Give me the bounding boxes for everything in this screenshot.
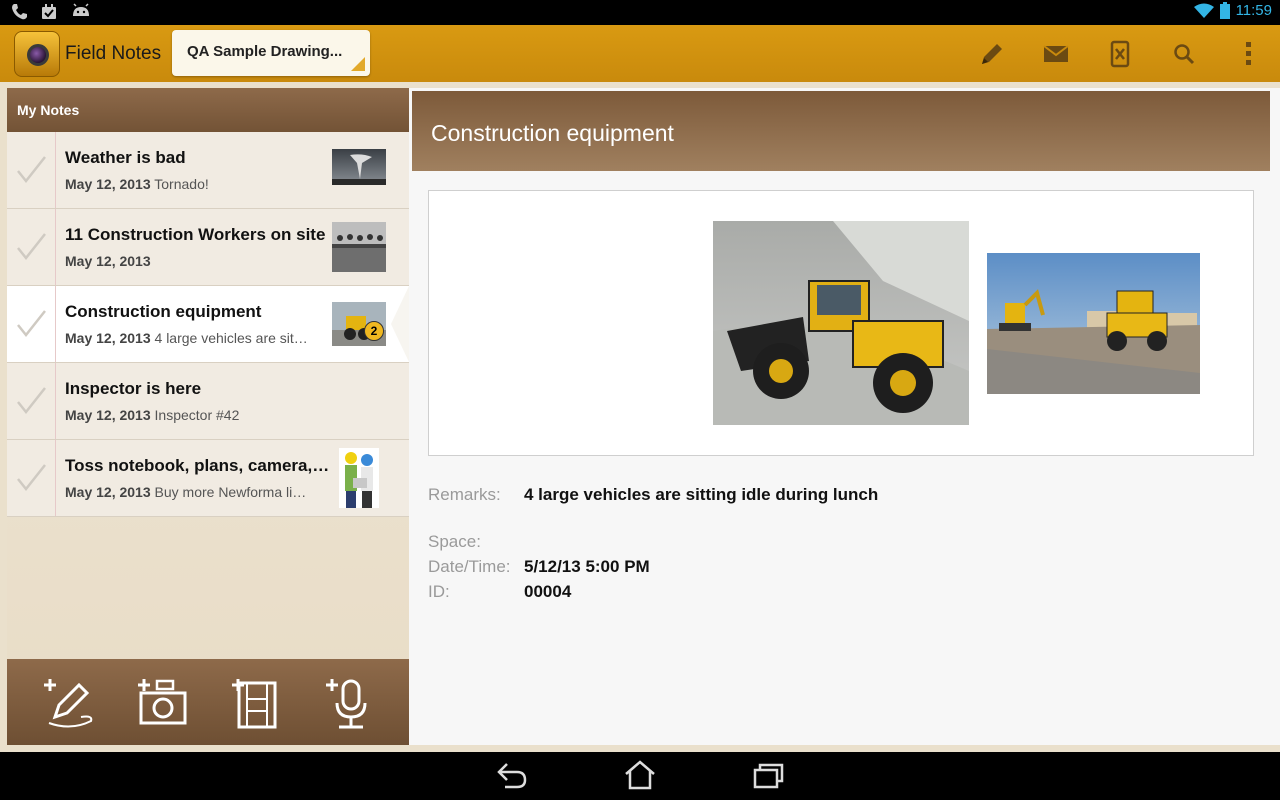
check-icon[interactable] — [7, 363, 56, 439]
spinner-dropdown-icon — [351, 57, 365, 71]
note-snippet: Inspector #42 — [154, 407, 240, 423]
phone-icon — [12, 4, 27, 20]
check-icon[interactable] — [7, 440, 56, 516]
app-title: Field Notes — [65, 43, 162, 64]
back-icon[interactable] — [495, 760, 529, 790]
note-date: May 12, 2013 — [65, 407, 151, 423]
id-label: ID: — [428, 582, 450, 601]
note-item[interactable]: 11 Construction Workers on site May 12, … — [7, 209, 409, 286]
note-subtitle: May 12, 2013 Inspector #42 — [65, 407, 239, 423]
add-text-note-icon[interactable] — [41, 675, 97, 731]
photo-count-badge: 2 — [364, 321, 384, 341]
email-icon[interactable] — [1041, 39, 1071, 69]
wifi-icon — [1193, 3, 1214, 18]
notes-panel-header: My Notes — [7, 88, 409, 132]
overflow-menu-icon[interactable] — [1233, 39, 1263, 69]
recent-apps-icon[interactable] — [751, 760, 785, 790]
system-nav-bar — [0, 752, 1280, 800]
workers-photo — [332, 222, 386, 272]
calendar-check-icon — [42, 4, 56, 19]
action-bar: Field Notes QA Sample Drawing... — [0, 25, 1280, 82]
id-value: 00004 — [524, 582, 572, 601]
wheel-loader-photo[interactable] — [713, 221, 969, 425]
remarks-label: Remarks: — [428, 485, 501, 504]
battery-icon — [1219, 2, 1230, 19]
note-snippet: 4 large vehicles are sit… — [154, 330, 308, 346]
home-icon[interactable] — [623, 760, 657, 790]
datetime-value: 5/12/13 5:00 PM — [524, 557, 650, 576]
note-item[interactable]: Weather is bad May 12, 2013 Tornado! — [7, 132, 409, 209]
check-icon[interactable] — [7, 286, 56, 362]
note-detail: Construction equipment Remarks: 4 large … — [409, 88, 1280, 745]
detail-title: Construction equipment — [431, 120, 674, 146]
engineers-photo — [339, 448, 379, 508]
note-snippet: Tornado! — [154, 176, 209, 192]
datetime-label: Date/Time: — [428, 557, 511, 576]
search-icon[interactable] — [1169, 39, 1199, 69]
detail-header: Construction equipment — [412, 91, 1270, 171]
project-spinner[interactable]: QA Sample Drawing... — [172, 30, 370, 76]
note-date: May 12, 2013 — [65, 176, 151, 192]
construction-site-photo[interactable] — [987, 253, 1200, 394]
note-subtitle: May 12, 2013 — [65, 253, 151, 269]
add-photo-note-icon[interactable] — [135, 675, 191, 731]
note-title: Toss notebook, plans, camera,… — [65, 456, 330, 475]
note-item-selected[interactable]: Construction equipment May 12, 2013 4 la… — [7, 286, 409, 363]
note-actions-bar — [7, 659, 409, 745]
note-date: May 12, 2013 — [65, 253, 151, 269]
main-content: My Notes Weather is bad May 12, 2013 Tor… — [0, 82, 1280, 752]
note-title: Weather is bad — [65, 148, 186, 167]
note-item[interactable]: Inspector is here May 12, 2013 Inspector… — [7, 363, 409, 440]
remarks-value: 4 large vehicles are sitting idle during… — [524, 485, 879, 504]
tornado-photo — [332, 149, 386, 185]
clock: 11:59 — [1235, 2, 1272, 19]
excel-export-icon[interactable] — [1105, 39, 1135, 69]
note-title: Construction equipment — [65, 302, 262, 321]
note-snippet: Buy more Newforma li… — [154, 484, 307, 500]
space-label: Space: — [428, 532, 481, 551]
android-icon — [73, 3, 89, 16]
add-video-note-icon[interactable] — [229, 675, 285, 731]
edit-icon[interactable] — [977, 39, 1007, 69]
note-date: May 12, 2013 — [65, 484, 151, 500]
project-spinner-label: QA Sample Drawing... — [187, 43, 343, 60]
photo-gallery — [428, 190, 1254, 456]
note-title: Inspector is here — [65, 379, 202, 398]
notes-panel: My Notes Weather is bad May 12, 2013 Tor… — [7, 88, 409, 745]
note-subtitle: May 12, 2013 4 large vehicles are sit… — [65, 330, 308, 346]
check-icon[interactable] — [7, 209, 56, 285]
note-title: 11 Construction Workers on site — [65, 225, 326, 244]
app-logo-icon[interactable] — [14, 31, 60, 77]
note-subtitle: May 12, 2013 Buy more Newforma li… — [65, 484, 306, 500]
note-item[interactable]: Toss notebook, plans, camera,… May 12, 2… — [7, 440, 409, 517]
note-date: May 12, 2013 — [65, 330, 151, 346]
status-bar: 11:59 — [0, 0, 1280, 25]
note-subtitle: May 12, 2013 Tornado! — [65, 176, 209, 192]
check-icon[interactable] — [7, 132, 56, 208]
add-audio-note-icon[interactable] — [323, 675, 379, 731]
